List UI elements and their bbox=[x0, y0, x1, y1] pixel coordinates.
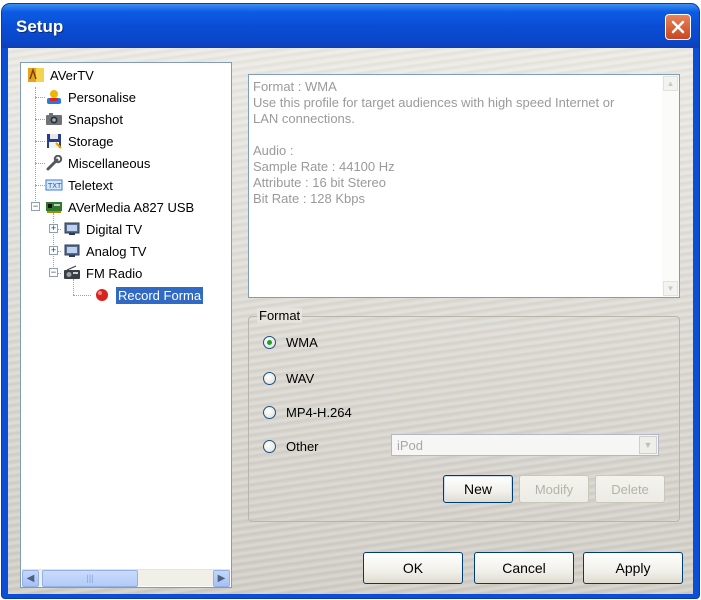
radio-wma[interactable]: WMA bbox=[263, 333, 318, 351]
description-line: Use this profile for target audiences wi… bbox=[253, 95, 615, 110]
format-description-box[interactable]: Format : WMA Use this profile for target… bbox=[248, 74, 680, 298]
tree-item-storage[interactable]: Storage bbox=[45, 131, 114, 151]
description-line: Audio : bbox=[253, 143, 294, 158]
radio-label: WAV bbox=[286, 370, 315, 386]
ok-button[interactable]: OK bbox=[363, 552, 463, 584]
tv-card-icon bbox=[46, 202, 62, 213]
radio-wav[interactable]: WAV bbox=[263, 369, 314, 387]
format-group-title: Format bbox=[257, 308, 303, 323]
expand-toggle[interactable]: + bbox=[49, 246, 58, 255]
modify-button[interactable]: Modify bbox=[519, 475, 589, 503]
radio-label: Other bbox=[286, 438, 319, 454]
scroll-up-button[interactable]: ▲ bbox=[663, 76, 678, 91]
tree-item-record-format[interactable]: Record Forma bbox=[93, 285, 204, 305]
description-line bbox=[253, 127, 657, 143]
chevron-up-icon: ▲ bbox=[666, 79, 675, 88]
personalise-icon bbox=[47, 90, 61, 104]
description-line: LAN connections. bbox=[253, 111, 355, 126]
cancel-button[interactable]: Cancel bbox=[474, 552, 574, 584]
format-group: Format WMA WAV MP4-H.264 Other iPod ▼ Ne… bbox=[248, 308, 680, 522]
tree-item-label: AVerTV bbox=[50, 67, 94, 83]
title-bar[interactable]: Setup bbox=[2, 4, 699, 48]
tree-item-fm-radio[interactable]: FM Radio bbox=[63, 263, 142, 283]
other-format-select[interactable]: iPod ▼ bbox=[391, 434, 659, 456]
radio-button-checked[interactable] bbox=[263, 335, 276, 349]
tree-horizontal-scrollbar[interactable]: ◀ ||| ▶ bbox=[22, 569, 230, 587]
scroll-right-button[interactable]: ▶ bbox=[213, 570, 230, 587]
dialog-body: AVerTV Personalise Snapshot Storage Misc… bbox=[8, 48, 693, 594]
floppy-disk-icon bbox=[47, 134, 62, 149]
radio-button[interactable] bbox=[263, 405, 276, 419]
tree-item-digital-tv[interactable]: Digital TV bbox=[63, 219, 142, 239]
tv-icon bbox=[64, 222, 80, 235]
tree-item-personalise[interactable]: Personalise bbox=[45, 87, 136, 107]
chevron-right-icon: ▶ bbox=[217, 573, 226, 584]
settings-tree[interactable]: AVerTV Personalise Snapshot Storage Misc… bbox=[20, 62, 232, 588]
tree-item-label: Miscellaneous bbox=[68, 155, 151, 171]
radio-icon bbox=[64, 265, 80, 279]
radio-other[interactable]: Other bbox=[263, 437, 319, 455]
scroll-thumb[interactable]: ||| bbox=[42, 570, 138, 587]
tree-item-label: Digital TV bbox=[86, 221, 143, 237]
description-line: Format : WMA bbox=[253, 79, 337, 94]
description-line: Sample Rate : 44100 Hz bbox=[253, 159, 395, 174]
tree-item-label: Snapshot bbox=[68, 111, 123, 127]
delete-button[interactable]: Delete bbox=[595, 475, 665, 503]
close-icon bbox=[671, 20, 685, 34]
radio-label: MP4-H.264 bbox=[286, 404, 352, 420]
description-line: Bit Rate : 128 Kbps bbox=[253, 191, 366, 206]
tree-item-label: FM Radio bbox=[86, 265, 143, 281]
new-button[interactable]: New bbox=[443, 475, 513, 503]
camera-icon bbox=[46, 113, 62, 125]
radio-label: WMA bbox=[286, 334, 318, 350]
scroll-left-button[interactable]: ◀ bbox=[22, 570, 39, 587]
window-title: Setup bbox=[16, 17, 64, 36]
tree-item-teletext[interactable]: TXT Teletext bbox=[45, 175, 113, 195]
chevron-down-icon: ▼ bbox=[643, 440, 653, 450]
tree-item-analog-tv[interactable]: Analog TV bbox=[63, 241, 146, 261]
tree-item-miscellaneous[interactable]: Miscellaneous bbox=[45, 153, 150, 173]
tree-item-avertv[interactable]: AVerTV bbox=[27, 65, 94, 85]
tv-icon bbox=[64, 244, 80, 257]
wrench-icon bbox=[46, 155, 63, 171]
apply-button[interactable]: Apply bbox=[583, 552, 683, 584]
tree-item-device[interactable]: AVerMedia A827 USB bbox=[45, 197, 194, 217]
radio-mp4[interactable]: MP4-H.264 bbox=[263, 403, 352, 421]
tree-item-label: Storage bbox=[68, 133, 114, 149]
tree-item-label: Teletext bbox=[68, 177, 113, 193]
radio-button[interactable] bbox=[263, 371, 276, 385]
other-format-value: iPod bbox=[397, 438, 424, 453]
radio-button[interactable] bbox=[263, 439, 276, 453]
avertv-logo-icon bbox=[28, 67, 44, 82]
chevron-left-icon: ◀ bbox=[26, 573, 35, 584]
tree-item-label: AVerMedia A827 USB bbox=[68, 199, 195, 215]
scroll-down-button[interactable]: ▼ bbox=[663, 281, 678, 296]
format-description-text: Format : WMA Use this profile for target… bbox=[253, 79, 657, 207]
tree-item-label-selected: Record Forma bbox=[116, 286, 204, 304]
tree-item-label: Personalise bbox=[68, 89, 136, 105]
description-line: Attribute : 16 bit Stereo bbox=[253, 175, 386, 190]
setup-window: Setup AVerTV Personalise Snapshot Storag… bbox=[2, 4, 699, 598]
teletext-icon: TXT bbox=[45, 179, 63, 191]
close-button[interactable] bbox=[665, 14, 691, 40]
tree-item-snapshot[interactable]: Snapshot bbox=[45, 109, 123, 129]
dropdown-button[interactable]: ▼ bbox=[639, 436, 657, 454]
tree-item-label: Analog TV bbox=[86, 243, 147, 259]
svg-text:TXT: TXT bbox=[47, 182, 62, 190]
collapse-toggle[interactable]: − bbox=[31, 202, 40, 211]
expand-toggle[interactable]: + bbox=[49, 224, 58, 233]
collapse-toggle[interactable]: − bbox=[49, 268, 58, 277]
record-icon bbox=[96, 289, 108, 301]
chevron-down-icon: ▼ bbox=[666, 284, 675, 293]
description-vertical-scrollbar[interactable]: ▲ ▼ bbox=[662, 75, 679, 297]
